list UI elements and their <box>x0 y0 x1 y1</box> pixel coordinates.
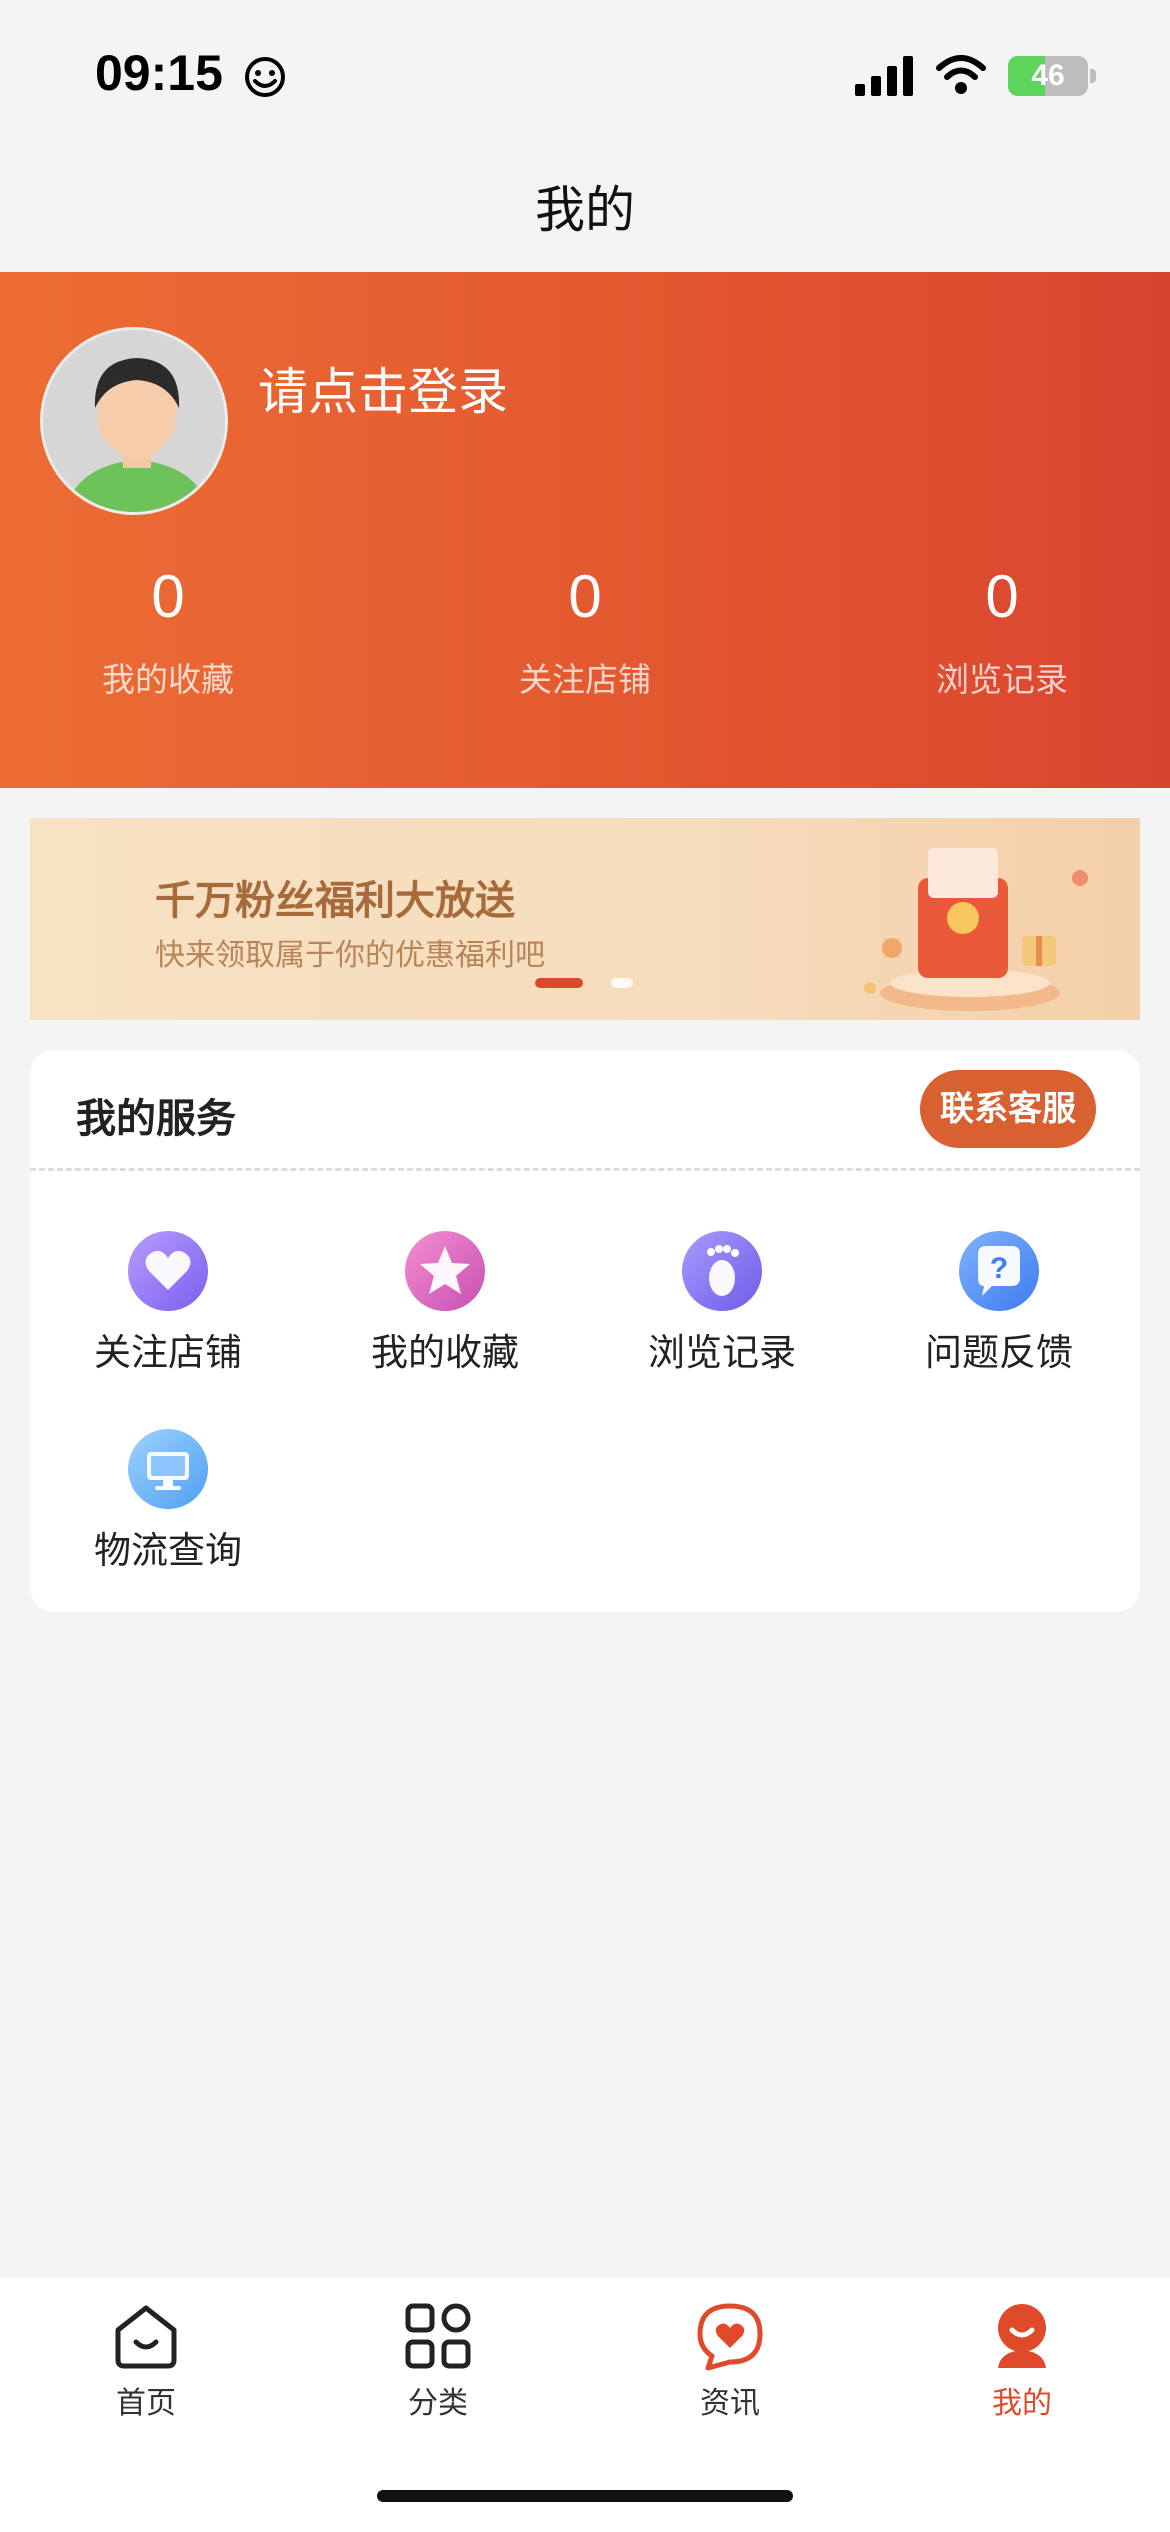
login-prompt[interactable]: 请点击登录 <box>258 352 508 424</box>
default-avatar-icon <box>43 330 225 512</box>
service-history[interactable]: 浏览记录 <box>602 1230 842 1376</box>
service-favorites[interactable]: 我的收藏 <box>325 1230 565 1376</box>
divider <box>30 1168 1140 1171</box>
cellular-signal-icon <box>855 56 913 96</box>
stat-value: 0 <box>568 563 602 630</box>
status-time: 09:15 <box>95 45 223 101</box>
service-feedback[interactable]: ? 问题反馈 <box>879 1230 1119 1376</box>
svg-text:?: ? <box>990 1252 1008 1285</box>
service-followed-stores[interactable]: 关注店铺 <box>48 1230 288 1376</box>
monitor-icon <box>128 1429 208 1509</box>
home-icon <box>115 2305 177 2369</box>
avatar[interactable] <box>40 327 228 515</box>
promo-banner[interactable]: 千万粉丝福利大放送 快来领取属于你的优惠福利吧 <box>30 818 1140 1020</box>
stat-followed-stores[interactable]: 0 关注店铺 <box>435 562 735 701</box>
tab-news[interactable]: 资讯 <box>630 2300 830 2422</box>
service-label: 我的收藏 <box>371 1331 519 1374</box>
stat-history[interactable]: 0 浏览记录 <box>852 562 1152 701</box>
battery-cap <box>1090 69 1096 83</box>
page-title: 我的 <box>535 181 635 239</box>
banner-dot-active[interactable] <box>535 978 583 988</box>
news-heart-icon <box>697 2303 763 2371</box>
wifi-icon <box>936 55 986 94</box>
tab-label: 分类 <box>408 2386 468 2421</box>
footprint-icon <box>682 1231 762 1311</box>
service-label: 浏览记录 <box>648 1331 796 1374</box>
heart-icon <box>128 1231 208 1311</box>
service-logistics[interactable]: 物流查询 <box>48 1428 288 1574</box>
stat-value: 0 <box>151 563 185 630</box>
stat-value: 0 <box>985 563 1019 630</box>
status-bar: 09:15 46 <box>0 0 1170 150</box>
red-envelope-gift-illustration <box>864 848 1088 1011</box>
contact-support-button[interactable]: 联系客服 <box>920 1070 1096 1148</box>
smiley-icon <box>245 57 285 97</box>
services-card: 我的服务 联系客服 关注店铺 我的收藏 浏览记录 ? 问题反馈 物流查询 <box>30 1050 1140 1612</box>
service-label: 物流查询 <box>94 1529 242 1572</box>
tab-profile[interactable]: 我的 <box>922 2300 1122 2422</box>
services-title: 我的服务 <box>76 1096 236 1142</box>
tab-home[interactable]: 首页 <box>46 2300 246 2422</box>
stat-label: 我的收藏 <box>102 660 234 699</box>
stat-label: 浏览记录 <box>936 660 1068 699</box>
service-label: 关注店铺 <box>94 1331 242 1374</box>
banner-title: 千万粉丝福利大放送 <box>155 878 515 924</box>
battery-percent: 46 <box>1031 59 1065 92</box>
stat-label: 关注店铺 <box>519 660 651 699</box>
service-label: 问题反馈 <box>925 1331 1073 1374</box>
profile-header: 请点击登录 0 我的收藏 0 关注店铺 0 浏览记录 <box>0 272 1170 788</box>
banner-subtitle: 快来领取属于你的优惠福利吧 <box>155 938 545 973</box>
stat-favorites[interactable]: 0 我的收藏 <box>18 562 318 701</box>
grid-icon <box>405 2303 471 2369</box>
question-chat-icon: ? <box>959 1231 1039 1311</box>
banner-dot[interactable] <box>611 978 633 988</box>
tab-label: 我的 <box>992 2386 1052 2421</box>
star-icon <box>405 1231 485 1311</box>
tab-category[interactable]: 分类 <box>338 2300 538 2422</box>
tab-label: 资讯 <box>700 2386 760 2421</box>
tab-label: 首页 <box>116 2386 176 2421</box>
home-indicator[interactable] <box>377 2490 793 2502</box>
profile-icon <box>998 2304 1046 2368</box>
battery-indicator: 46 <box>1008 56 1088 96</box>
